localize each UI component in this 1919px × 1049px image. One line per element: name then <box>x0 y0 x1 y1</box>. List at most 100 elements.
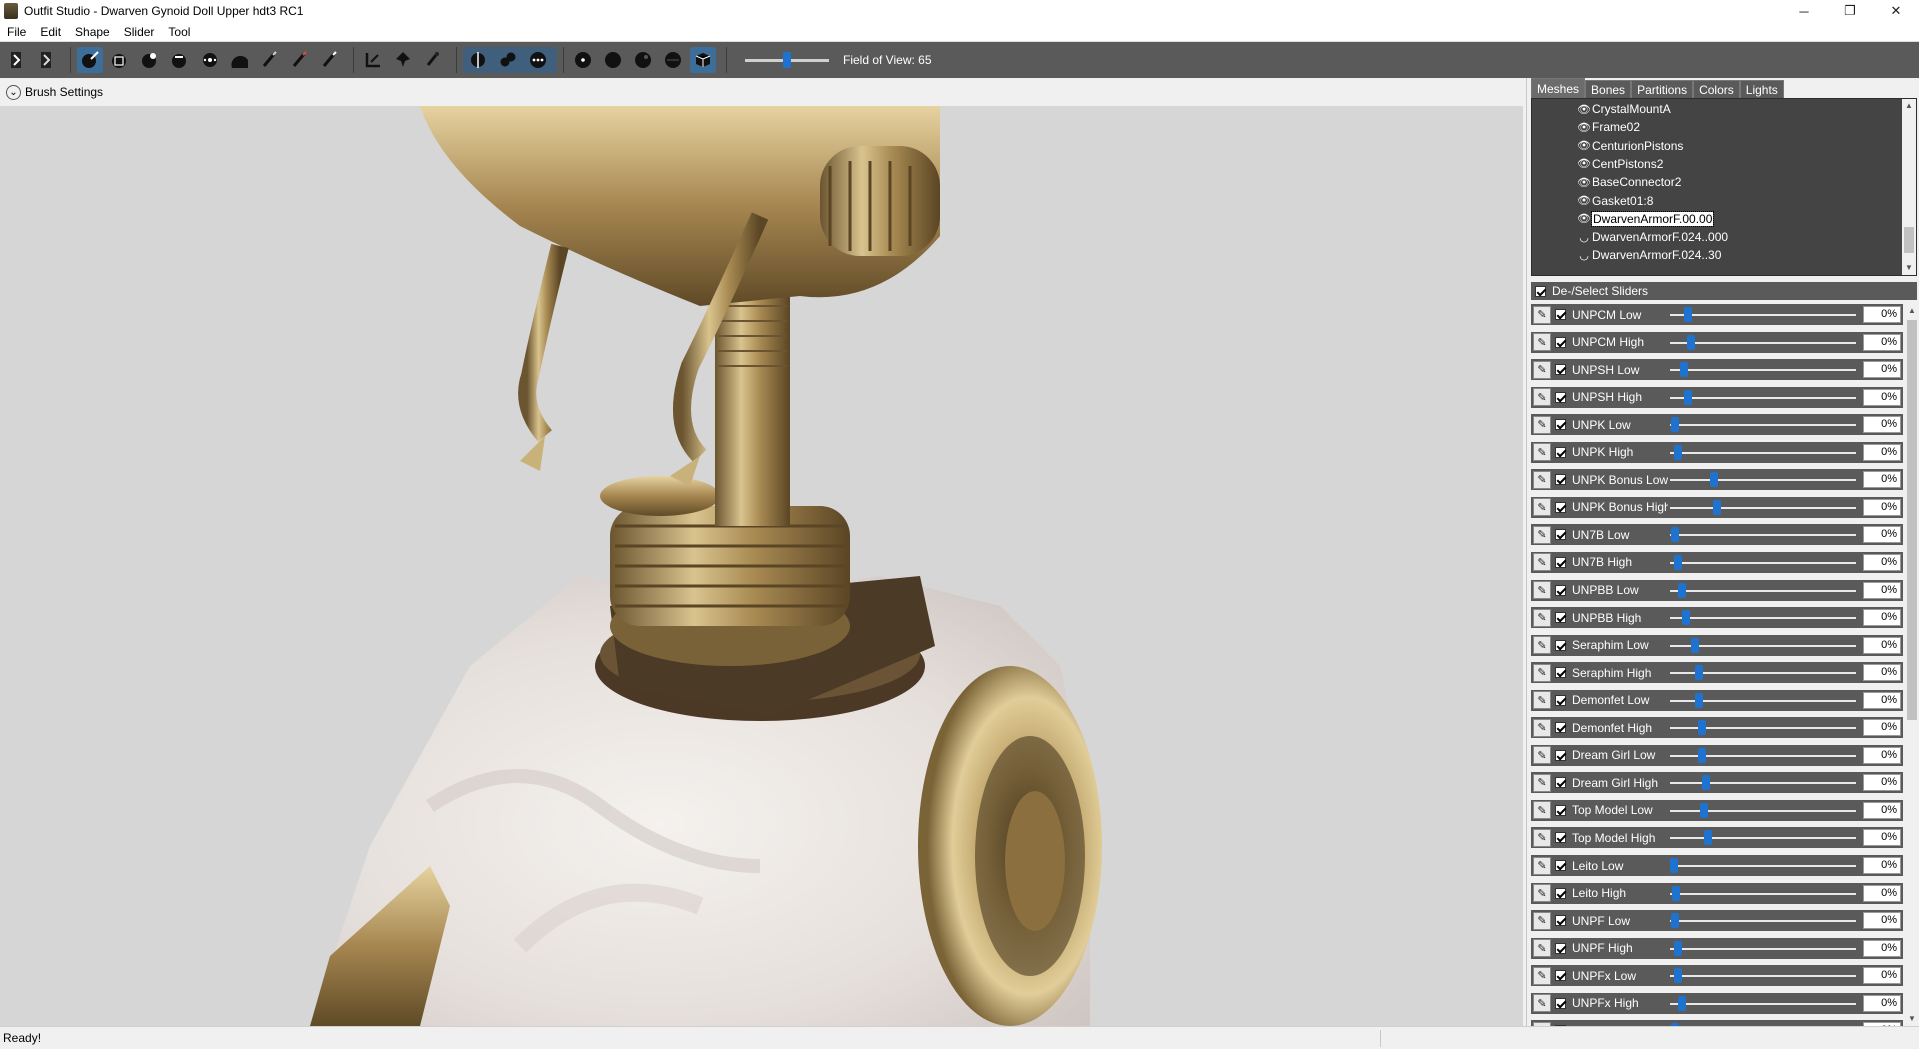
slider-thumb[interactable] <box>1695 692 1703 708</box>
slider-thumb[interactable] <box>1674 968 1682 984</box>
slider-track[interactable] <box>1670 635 1856 656</box>
slider-value-field[interactable]: 0% <box>1863 443 1901 461</box>
slider-value-field[interactable]: 0% <box>1863 333 1901 351</box>
shade-solid-icon[interactable] <box>600 47 626 73</box>
menu-shape[interactable]: Shape <box>68 25 117 39</box>
pencil-icon[interactable]: ✎ <box>1533 828 1551 847</box>
slider-track[interactable] <box>1670 690 1856 711</box>
eye-icon[interactable]: 👁 <box>1576 212 1592 225</box>
pencil-icon[interactable]: ✎ <box>1533 773 1551 792</box>
shade-points-icon[interactable] <box>570 47 596 73</box>
alpha-brush-icon[interactable] <box>317 47 343 73</box>
menu-edit[interactable]: Edit <box>33 25 68 39</box>
slider-value-field[interactable]: 0% <box>1863 636 1901 654</box>
pencil-icon[interactable]: ✎ <box>1533 333 1551 352</box>
slider-checkbox[interactable] <box>1555 391 1566 403</box>
slider-value-field[interactable]: 0% <box>1863 967 1901 985</box>
pencil-icon[interactable]: ✎ <box>1533 746 1551 765</box>
slider-value-field[interactable]: 0% <box>1863 939 1901 957</box>
slider-checkbox[interactable] <box>1555 942 1566 954</box>
slider-thumb[interactable] <box>1695 665 1703 681</box>
pencil-icon[interactable]: ✎ <box>1533 636 1551 655</box>
slider-checkbox[interactable] <box>1555 667 1566 679</box>
slider-track[interactable] <box>1670 607 1856 628</box>
pencil-icon[interactable]: ✎ <box>1533 305 1551 324</box>
new-project-icon[interactable] <box>4 47 30 73</box>
slider-value-field[interactable]: 0% <box>1863 912 1901 930</box>
mesh-scrollbar[interactable]: ▲ ▼ <box>1902 99 1916 275</box>
slider-value-field[interactable]: 0% <box>1863 857 1901 874</box>
pencil-icon[interactable]: ✎ <box>1533 360 1551 379</box>
slider-value-field[interactable]: 0% <box>1863 416 1901 434</box>
slider-value-field[interactable]: 0% <box>1863 581 1901 599</box>
slider-value-field[interactable]: 0% <box>1863 526 1901 544</box>
menu-slider[interactable]: Slider <box>117 25 162 39</box>
slider-thumb[interactable] <box>1674 940 1682 956</box>
tab-partitions[interactable]: Partitions <box>1631 80 1694 98</box>
smooth-brush-icon[interactable] <box>227 47 253 73</box>
slider-thumb[interactable] <box>1674 444 1682 460</box>
slider-value-field[interactable]: 0% <box>1863 664 1901 682</box>
eye-icon[interactable]: 👁 <box>1576 139 1592 152</box>
scrollbar-thumb[interactable] <box>1904 227 1914 253</box>
pencil-icon[interactable]: ✎ <box>1533 498 1551 517</box>
restore-button[interactable]: ❐ <box>1827 0 1873 22</box>
eye-icon[interactable]: 👁 <box>1576 103 1592 116</box>
color-brush-icon[interactable] <box>287 47 313 73</box>
mesh-item[interactable]: 👁 Frame02 <box>1576 119 1640 135</box>
slider-thumb[interactable] <box>1674 554 1682 570</box>
mesh-item[interactable]: 👁 CentPistons2 <box>1576 156 1663 172</box>
slider-value-field[interactable]: 0% <box>1863 609 1901 627</box>
slider-checkbox[interactable] <box>1555 309 1566 320</box>
tab-meshes[interactable]: Meshes <box>1531 78 1586 98</box>
slider-checkbox[interactable] <box>1555 832 1566 844</box>
slider-checkbox[interactable] <box>1555 804 1566 816</box>
mesh-item[interactable]: 👁 DwarvenArmorF.00.00 <box>1576 210 1715 227</box>
fov-slider-thumb[interactable] <box>783 52 791 68</box>
slider-track[interactable] <box>1670 662 1856 683</box>
slider-track[interactable] <box>1670 332 1856 353</box>
slider-checkbox[interactable] <box>1555 777 1566 789</box>
pencil-icon[interactable]: ✎ <box>1533 718 1551 737</box>
slider-thumb[interactable] <box>1671 417 1679 433</box>
slider-checkbox[interactable] <box>1555 694 1566 706</box>
slider-value-field[interactable]: 0% <box>1863 388 1901 406</box>
mesh-item[interactable]: ◡ DwarvenArmorF.024..000 <box>1576 229 1728 245</box>
tab-colors[interactable]: Colors <box>1693 80 1740 98</box>
slider-checkbox[interactable] <box>1555 336 1566 348</box>
slider-thumb[interactable] <box>1704 830 1712 846</box>
open-project-icon[interactable] <box>34 47 60 73</box>
tab-bones[interactable]: Bones <box>1585 80 1632 98</box>
slider-track[interactable] <box>1670 359 1856 380</box>
slider-thumb[interactable] <box>1684 389 1692 405</box>
tab-lights[interactable]: Lights <box>1739 80 1784 98</box>
slider-checkbox[interactable] <box>1555 364 1566 376</box>
slider-track[interactable] <box>1670 827 1856 848</box>
pencil-icon[interactable]: ✎ <box>1533 884 1551 903</box>
deflate-brush-icon[interactable] <box>167 47 193 73</box>
slider-value-field[interactable]: 0% <box>1863 306 1901 323</box>
eye-icon[interactable]: 👁 <box>1576 121 1592 134</box>
slider-track[interactable] <box>1670 772 1856 793</box>
scroll-up-icon[interactable]: ▲ <box>1905 304 1919 318</box>
slider-thumb[interactable] <box>1671 527 1679 543</box>
mesh-item[interactable]: ◡ DwarvenArmorF.024..30 <box>1576 247 1721 263</box>
slider-checkbox[interactable] <box>1555 887 1566 899</box>
pencil-icon[interactable]: ✎ <box>1533 581 1551 599</box>
chevron-down-icon[interactable]: ⌄ <box>6 84 21 100</box>
inflate-brush-icon[interactable] <box>137 47 163 73</box>
slider-checkbox[interactable] <box>1555 474 1566 486</box>
brush-settings-label[interactable]: Brush Settings <box>25 85 103 99</box>
slider-value-field[interactable]: 0% <box>1863 498 1901 516</box>
slider-thumb[interactable] <box>1670 858 1678 873</box>
select-all-sliders-checkbox[interactable] <box>1535 285 1546 297</box>
slider-value-field[interactable]: 0% <box>1863 884 1901 902</box>
pencil-icon[interactable]: ✎ <box>1533 939 1551 958</box>
scroll-down-icon[interactable]: ▼ <box>1902 261 1916 275</box>
slider-checkbox[interactable] <box>1555 556 1566 568</box>
vertex-edit-icon[interactable] <box>420 47 446 73</box>
scroll-down-icon[interactable]: ▼ <box>1905 1012 1919 1026</box>
eye-icon[interactable]: 👁 <box>1576 194 1592 207</box>
pencil-icon[interactable]: ✎ <box>1533 443 1551 462</box>
slider-track[interactable] <box>1670 552 1856 573</box>
